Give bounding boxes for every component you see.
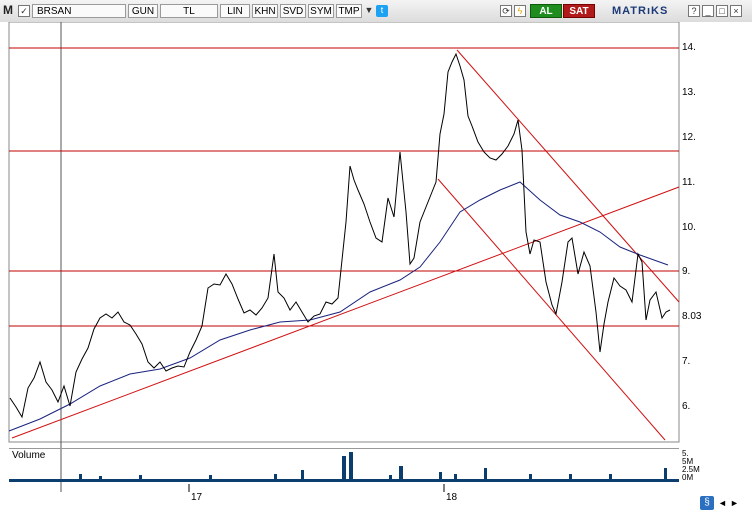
sync-icon[interactable]: § <box>700 496 714 510</box>
price-tick: 7. <box>682 356 691 367</box>
symbol-field[interactable]: BRSAN <box>32 4 126 18</box>
scale-button[interactable]: LIN <box>220 4 250 18</box>
brand-label: MATRıKS <box>612 5 669 17</box>
svd-button[interactable]: SVD <box>280 4 306 18</box>
lightning-icon[interactable]: ϟ <box>514 5 526 17</box>
twitter-icon[interactable]: t <box>376 5 388 17</box>
maximize-icon[interactable]: □ <box>716 5 728 17</box>
khn-button[interactable]: KHN <box>252 4 278 18</box>
price-chart-svg[interactable] <box>0 22 752 492</box>
year-label-17: 17 <box>191 492 203 503</box>
price-tick: 14. <box>682 42 696 53</box>
price-tick: 13. <box>682 87 696 98</box>
price-plot-area <box>8 22 680 443</box>
price-tick: 6. <box>682 401 691 412</box>
price-tick: 11. <box>682 177 696 188</box>
price-tick: 10. <box>682 222 696 233</box>
matriks-logo: M <box>3 3 13 17</box>
help-icon[interactable]: ? <box>688 5 700 17</box>
checkbox-icon[interactable]: ✓ <box>18 5 30 17</box>
scroll-left-icon[interactable]: ◄ <box>718 498 727 508</box>
dropdown-arrow-icon[interactable]: ▼ <box>363 5 375 17</box>
close-icon[interactable]: × <box>730 5 742 17</box>
date-axis-ticks <box>188 484 445 492</box>
volume-axis: 5. 5M 2.5M 0M <box>682 449 700 482</box>
last-price-tick: 8.03 <box>682 311 702 322</box>
sym-button[interactable]: SYM <box>308 4 334 18</box>
minimize-icon[interactable]: _ <box>702 5 714 17</box>
volume-bars <box>9 452 679 482</box>
year-label-18: 18 <box>446 492 458 503</box>
scroll-right-icon[interactable]: ► <box>730 498 739 508</box>
sell-button[interactable]: SAT <box>563 4 595 18</box>
period-button[interactable]: GUN <box>128 4 158 18</box>
price-tick: 9. <box>682 266 691 277</box>
buy-button[interactable]: AL <box>530 4 562 18</box>
tmp-button[interactable]: TMP <box>336 4 362 18</box>
chart-toolbar: M ✓ BRSAN GUN TL LIN KHN SVD SYM TMP ▼ t… <box>0 0 752 23</box>
currency-button[interactable]: TL <box>160 4 218 18</box>
price-tick: 12. <box>682 132 696 143</box>
refresh-icon[interactable]: ⟳ <box>500 5 512 17</box>
